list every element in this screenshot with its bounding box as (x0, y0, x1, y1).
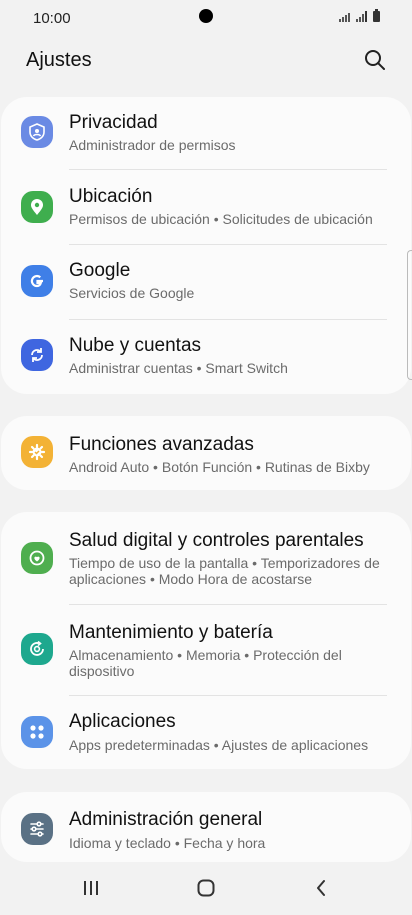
item-title: Administración general (69, 809, 263, 830)
item-subtitle: Android Auto • Botón Función • Rutinas d… (69, 459, 370, 475)
item-subtitle: Tiempo de uso de la pantalla • Temporiza… (69, 555, 380, 587)
settings-item-salud-digital[interactable]: Salud digital y controles parentales Tie… (1, 512, 411, 604)
item-subtitle: Permisos de ubicación • Solicitudes de u… (69, 211, 373, 227)
camera-cutout (199, 9, 213, 23)
settings-item-nube-y-cuentas[interactable]: Nube y cuentas Administrar cuentas • Sma… (1, 320, 411, 394)
settings-item-mantenimiento[interactable]: Mantenimiento y batería Almacenamiento •… (1, 605, 411, 696)
search-button[interactable] (360, 45, 390, 75)
privacy-shield-icon (21, 116, 53, 148)
location-pin-icon (21, 191, 53, 223)
settings-item-administracion-general[interactable]: Administración general Idioma y teclado … (1, 792, 411, 862)
recent-apps-icon (84, 881, 98, 895)
item-title: Ubicación (69, 186, 153, 207)
home-button[interactable] (186, 872, 226, 904)
wifi-signal-icon (339, 11, 350, 22)
item-subtitle: Idioma y teclado • Fecha y hora (69, 835, 266, 851)
recent-apps-button[interactable] (71, 872, 111, 904)
divider (69, 169, 387, 170)
app-header: Ajustes (0, 40, 412, 84)
settings-item-aplicaciones[interactable]: Aplicaciones Apps predeterminadas • Ajus… (1, 696, 411, 769)
settings-card-general-group: Administración general Idioma y teclado … (1, 792, 411, 862)
item-title: Aplicaciones (69, 711, 176, 732)
item-title: Mantenimiento y batería (69, 622, 273, 643)
cell-signal-icon (356, 11, 367, 22)
sliders-icon (21, 813, 53, 845)
item-title: Funciones avanzadas (69, 434, 254, 455)
settings-card-privacy-group: Privacidad Administrador de permisos Ubi… (1, 97, 411, 394)
status-bar: 10:00 (0, 0, 412, 36)
item-title: Nube y cuentas (69, 335, 202, 356)
settings-item-privacidad[interactable]: Privacidad Administrador de permisos (1, 97, 411, 171)
advanced-features-icon (21, 436, 53, 468)
settings-item-ubicacion[interactable]: Ubicación Permisos de ubicación • Solici… (1, 171, 411, 245)
item-title: Google (69, 260, 131, 281)
settings-card-advanced-group: Funciones avanzadas Android Auto • Botón… (1, 416, 411, 490)
item-subtitle: Almacenamiento • Memoria • Protección de… (69, 647, 342, 679)
settings-item-funciones-avanzadas[interactable]: Funciones avanzadas Android Auto • Botón… (1, 416, 411, 490)
settings-item-google[interactable]: Google Servicios de Google (1, 245, 411, 319)
item-title: Privacidad (69, 112, 158, 133)
battery-icon (373, 9, 380, 22)
scrollbar[interactable] (407, 250, 412, 380)
item-subtitle: Administrar cuentas • Smart Switch (69, 360, 288, 376)
search-icon (365, 50, 385, 70)
device-care-icon (21, 633, 53, 665)
status-time: 10:00 (33, 10, 71, 27)
item-title: Salud digital y controles parentales (69, 530, 364, 551)
item-subtitle: Servicios de Google (69, 285, 195, 301)
sync-icon (21, 339, 53, 371)
page-title: Ajustes (26, 49, 92, 71)
navigation-bar (0, 862, 412, 915)
settings-card-maintenance-group: Salud digital y controles parentales Tie… (1, 512, 411, 769)
item-subtitle: Apps predeterminadas • Ajustes de aplica… (69, 737, 369, 753)
home-icon (197, 879, 215, 897)
status-icons (339, 9, 380, 22)
google-icon (21, 265, 53, 297)
item-subtitle: Administrador de permisos (69, 137, 236, 153)
back-button[interactable] (301, 872, 341, 904)
digital-wellbeing-icon (21, 542, 53, 574)
back-icon (317, 880, 325, 896)
apps-grid-icon (21, 716, 53, 748)
